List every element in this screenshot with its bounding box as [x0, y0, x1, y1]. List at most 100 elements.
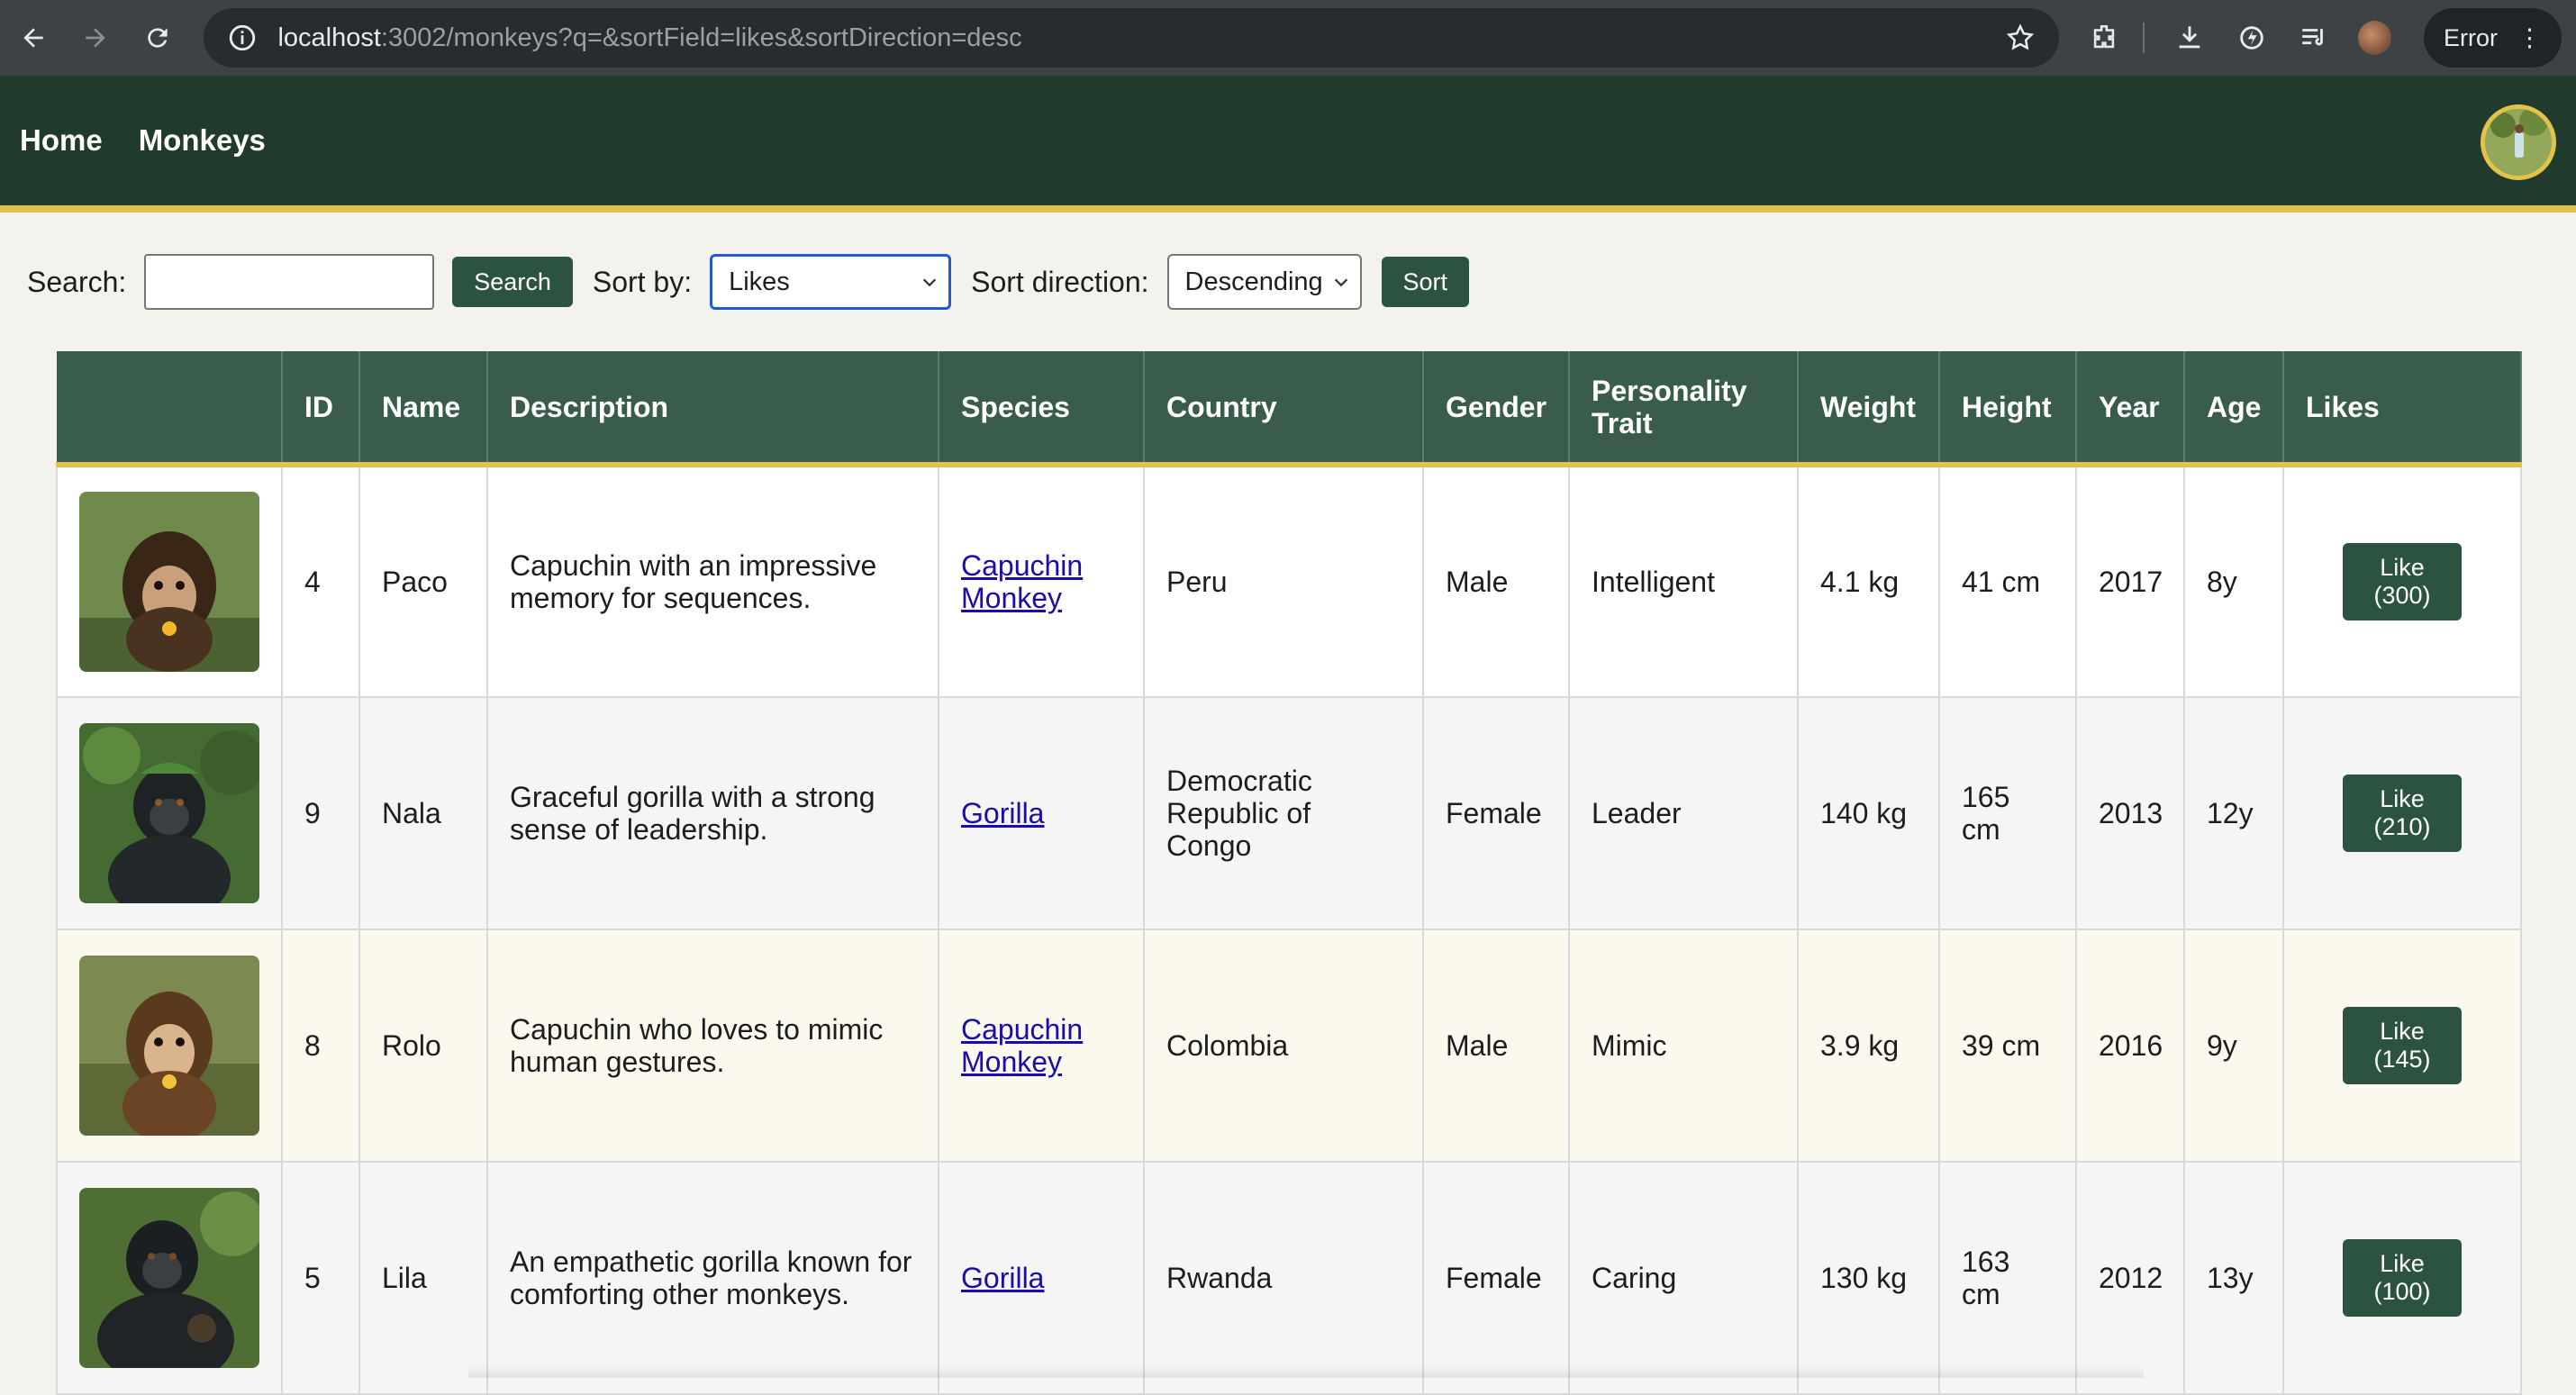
search-input[interactable] [144, 254, 434, 310]
like-button[interactable]: Like(300) [2343, 543, 2462, 621]
table-row: 8 Rolo Capuchin who loves to mimic human… [57, 929, 2521, 1162]
browser-toolbar: localhost:3002/monkeys?q=&sortField=like… [0, 0, 2576, 76]
country-cell: Rwanda [1144, 1162, 1423, 1394]
likes-cell: Like(300) [2283, 465, 2521, 697]
url-text[interactable]: localhost:3002/monkeys?q=&sortField=like… [277, 23, 2005, 53]
column-header-image [57, 351, 282, 465]
chevron-down-icon [920, 272, 939, 292]
sort-direction-value: Descending [1185, 267, 1323, 297]
age-cell: 13y [2184, 1162, 2283, 1394]
like-count: (210) [2373, 813, 2430, 840]
species-cell: Gorilla [939, 1162, 1144, 1394]
name-cell: Nala [359, 697, 487, 929]
image-cell [57, 1162, 282, 1394]
gender-cell: Female [1423, 697, 1569, 929]
like-count: (300) [2373, 582, 2430, 609]
column-header-gender: Gender [1423, 351, 1569, 465]
column-header-height: Height [1939, 351, 2076, 465]
error-button[interactable]: Error ⋮ [2424, 8, 2562, 68]
species-cell: Gorilla [939, 697, 1144, 929]
user-avatar[interactable] [2481, 104, 2556, 180]
height-cell: 39 cm [1939, 929, 2076, 1162]
filter-bar: Search: Search Sort by: Likes Sort direc… [0, 213, 2576, 351]
monkeys-table-container: ID Name Description Species Country Gend… [56, 351, 2520, 1395]
nav-home-link[interactable]: Home [20, 123, 103, 158]
name-cell: Paco [359, 465, 487, 697]
like-label: Like [2380, 1018, 2425, 1045]
species-link[interactable]: Gorilla [961, 797, 1044, 829]
species-link[interactable]: Capuchin Monkey [961, 1013, 1083, 1078]
column-header-species: Species [939, 351, 1144, 465]
likes-cell: Like(145) [2283, 929, 2521, 1162]
forward-icon[interactable] [77, 18, 115, 58]
description-cell: Capuchin who loves to mimic human gestur… [487, 929, 939, 1162]
weight-cell: 140 kg [1798, 697, 1939, 929]
id-cell: 9 [282, 697, 359, 929]
search-button[interactable]: Search [452, 257, 573, 307]
like-button[interactable]: Like(145) [2343, 1007, 2462, 1084]
extensions-icon[interactable] [2086, 20, 2121, 56]
like-label: Like [2380, 785, 2425, 812]
monkey-photo [79, 956, 259, 1136]
address-bar[interactable]: localhost:3002/monkeys?q=&sortField=like… [204, 8, 2059, 68]
year-cell: 2013 [2076, 697, 2184, 929]
year-cell: 2012 [2076, 1162, 2184, 1394]
column-header-id: ID [282, 351, 359, 465]
monkeys-table: ID Name Description Species Country Gend… [56, 351, 2522, 1395]
performance-icon[interactable] [2234, 20, 2269, 56]
trait-cell: Intelligent [1569, 465, 1798, 697]
like-button[interactable]: Like(210) [2343, 774, 2462, 852]
species-cell: Capuchin Monkey [939, 929, 1144, 1162]
description-cell: An empathetic gorilla known for comforti… [487, 1162, 939, 1394]
error-label: Error [2444, 24, 2498, 52]
like-button[interactable]: Like(100) [2343, 1239, 2462, 1317]
age-cell: 12y [2184, 697, 2283, 929]
species-link[interactable]: Capuchin Monkey [961, 549, 1083, 614]
country-cell: Democratic Republic of Congo [1144, 697, 1423, 929]
age-cell: 8y [2184, 465, 2283, 697]
id-cell: 8 [282, 929, 359, 1162]
weight-cell: 130 kg [1798, 1162, 1939, 1394]
likes-cell: Like(210) [2283, 697, 2521, 929]
description-cell: Capuchin with an impressive memory for s… [487, 465, 939, 697]
species-link[interactable]: Gorilla [961, 1262, 1044, 1294]
name-cell: Rolo [359, 929, 487, 1162]
app-header: Home Monkeys [0, 76, 2576, 213]
column-header-age: Age [2184, 351, 2283, 465]
reload-icon[interactable] [139, 18, 177, 58]
nav-monkeys-link[interactable]: Monkeys [139, 123, 266, 158]
sort-button[interactable]: Sort [1382, 257, 1470, 307]
id-cell: 4 [282, 465, 359, 697]
year-cell: 2016 [2076, 929, 2184, 1162]
back-icon[interactable] [14, 18, 53, 58]
id-cell: 5 [282, 1162, 359, 1394]
chevron-down-icon [1331, 272, 1351, 292]
height-cell: 165 cm [1939, 697, 2076, 929]
column-header-likes: Likes [2283, 351, 2521, 465]
download-icon[interactable] [2172, 20, 2207, 56]
sort-direction-select[interactable]: Descending [1167, 254, 1362, 310]
name-cell: Lila [359, 1162, 487, 1394]
sort-by-select[interactable]: Likes [710, 254, 951, 310]
year-cell: 2017 [2076, 465, 2184, 697]
weight-cell: 3.9 kg [1798, 929, 1939, 1162]
gender-cell: Male [1423, 929, 1569, 1162]
column-header-name: Name [359, 351, 487, 465]
column-header-country: Country [1144, 351, 1423, 465]
table-row: 9 Nala Graceful gorilla with a strong se… [57, 697, 2521, 929]
bookmark-star-icon[interactable] [2005, 23, 2036, 53]
column-header-description: Description [487, 351, 939, 465]
description-cell: Graceful gorilla with a strong sense of … [487, 697, 939, 929]
height-cell: 163 cm [1939, 1162, 2076, 1394]
url-host: localhost [277, 23, 380, 52]
column-header-year: Year [2076, 351, 2184, 465]
age-cell: 9y [2184, 929, 2283, 1162]
image-cell [57, 929, 282, 1162]
column-header-weight: Weight [1798, 351, 1939, 465]
site-info-icon[interactable] [227, 23, 258, 53]
column-header-personality-trait: Personality Trait [1569, 351, 1798, 465]
profile-avatar[interactable] [2358, 21, 2391, 55]
sort-direction-label: Sort direction: [971, 266, 1148, 299]
gender-cell: Female [1423, 1162, 1569, 1394]
media-queue-icon[interactable] [2296, 20, 2331, 56]
